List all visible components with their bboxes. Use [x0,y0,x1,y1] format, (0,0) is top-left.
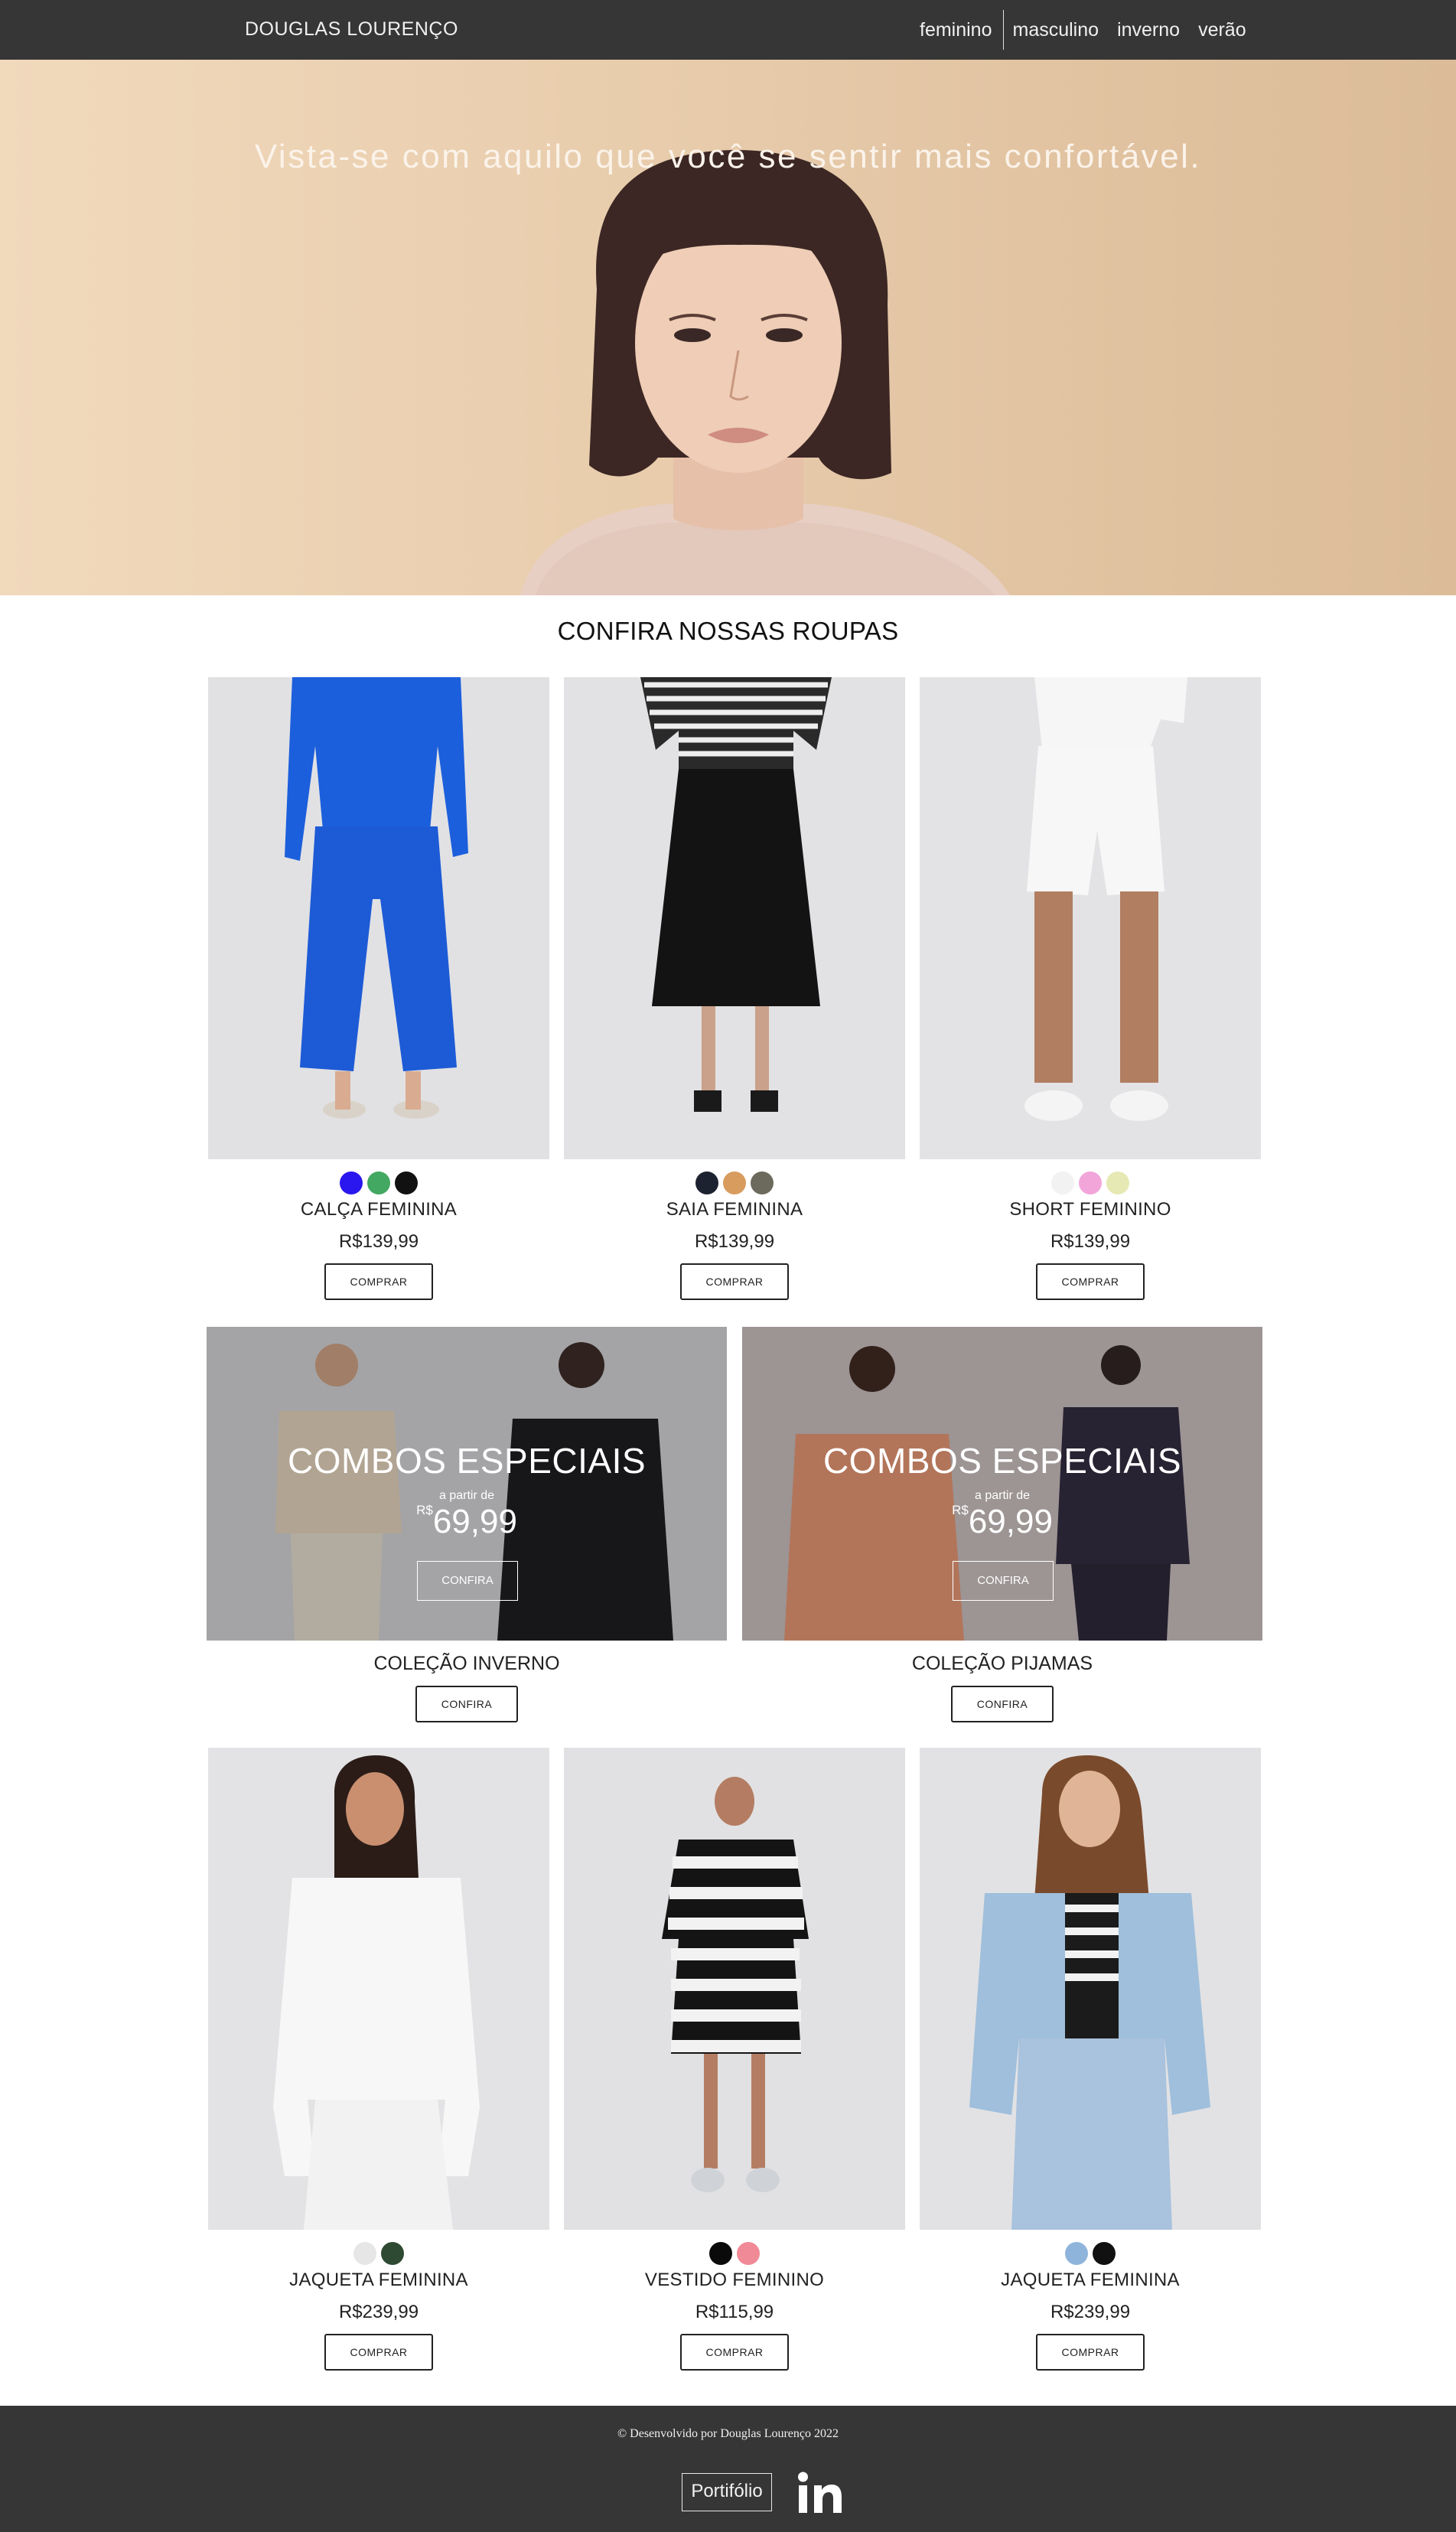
section-title: CONFIRA NOSSAS ROUPAS [557,617,899,645]
banner-overlay-button[interactable]: CONFIRA [417,1561,518,1601]
brand-logo[interactable]: DOUGLAS LOURENÇO [245,18,458,41]
buy-button[interactable]: COMPRAR [680,1263,789,1300]
banner-image[interactable]: COMBOS ESPECIAIS a partir de R$69,99 CON… [207,1327,727,1641]
color-swatch[interactable] [751,1171,774,1194]
color-swatch[interactable] [1065,2242,1088,2265]
color-swatches [920,2242,1261,2265]
buy-button[interactable]: COMPRAR [324,1263,433,1300]
color-swatch[interactable] [1093,2242,1116,2265]
collection-name: COLEÇÃO PIJAMAS [911,1653,1093,1674]
top-nav: DOUGLAS LOURENÇO feminino masculino inve… [0,0,1456,60]
color-swatch[interactable] [695,1171,718,1194]
banner-price-value: 69,99 [432,1503,517,1540]
color-swatch[interactable] [1051,1171,1074,1194]
banner-price-value: 69,99 [968,1503,1053,1540]
buy-button[interactable]: COMPRAR [1036,1263,1145,1300]
product-name: CALÇA FEMININA [300,1199,458,1220]
color-swatch[interactable] [367,1171,390,1194]
product-name: SAIA FEMININA [666,1199,803,1220]
color-swatch[interactable] [381,2242,404,2265]
confira-button[interactable]: CONFIRA [951,1686,1054,1722]
color-swatch[interactable] [1079,1171,1102,1194]
buy-button[interactable]: COMPRAR [1036,2334,1145,2371]
product-card: SHORT FEMININO R$139,99 COMPRAR [920,677,1261,1300]
product-price: R$239,99 [338,2302,419,2322]
color-swatches [208,1171,549,1194]
banner-image[interactable]: COMBOS ESPECIAIS a partir de R$69,99 CON… [742,1327,1262,1641]
nav-links: feminino masculino inverno verão [910,0,1256,60]
color-swatches [564,1171,905,1194]
product-card: JAQUETA FEMININA R$239,99 COMPRAR [208,1748,549,2371]
banner-currency: R$ [416,1503,433,1517]
banner-currency: R$ [952,1503,969,1517]
buy-button[interactable]: COMPRAR [680,2334,789,2371]
banner-title: COMBOS ESPECIAIS [287,1441,647,1481]
banner-price: R$69,99 [207,1503,727,1541]
color-swatches [920,1171,1261,1194]
product-image[interactable] [208,1748,549,2230]
product-name: VESTIDO FEMININO [644,2270,825,2290]
product-price: R$115,99 [695,2302,774,2322]
product-image[interactable] [920,677,1261,1159]
color-swatch[interactable] [737,2242,760,2265]
product-name: JAQUETA FEMININA [289,2270,468,2290]
product-name: SHORT FEMININO [1009,1199,1171,1220]
banner-title: COMBOS ESPECIAIS [822,1441,1182,1481]
confira-button[interactable]: CONFIRA [415,1686,518,1722]
color-swatch[interactable] [709,2242,732,2265]
nav-link-inverno[interactable]: inverno [1108,10,1189,50]
color-swatch[interactable] [1106,1171,1129,1194]
nav-link-masculino[interactable]: masculino [1004,10,1109,50]
footer: © Desenvolvido por Douglas Lourenço 2022… [0,2406,1456,2532]
color-swatch[interactable] [395,1171,418,1194]
product-card: VESTIDO FEMININO R$115,99 COMPRAR [564,1748,905,2371]
buy-button[interactable]: COMPRAR [324,2334,433,2371]
banner-price: R$69,99 [742,1503,1262,1541]
banner-from-label: a partir de [438,1489,495,1502]
footer-credit: © Desenvolvido por Douglas Lourenço 2022 [617,2427,839,2440]
product-image[interactable] [564,677,905,1159]
color-swatch[interactable] [353,2242,376,2265]
product-price: R$139,99 [338,1231,419,1252]
nav-link-feminino[interactable]: feminino [910,10,1004,50]
nav-link-verao[interactable]: verão [1189,10,1256,50]
color-swatches [564,2242,905,2265]
banner-overlay-button[interactable]: CONFIRA [953,1561,1054,1601]
portfolio-button[interactable]: Portifólio [682,2473,772,2511]
product-price: R$139,99 [1050,1231,1131,1252]
product-card: JAQUETA FEMININA R$239,99 COMPRAR [920,1748,1261,2371]
combo-banner-winter: COMBOS ESPECIAIS a partir de R$69,99 CON… [207,1327,727,1722]
hero-banner: Vista-se com aquilo que você se sentir m… [0,60,1456,595]
hero-headline: Vista-se com aquilo que você se sentir m… [254,138,1202,175]
product-card: SAIA FEMININA R$139,99 COMPRAR [564,677,905,1300]
combo-banner-pijamas: COMBOS ESPECIAIS a partir de R$69,99 CON… [742,1327,1262,1722]
color-swatch[interactable] [340,1171,363,1194]
product-card: CALÇA FEMININA R$139,99 COMPRAR [208,677,549,1300]
collection-name: COLEÇÃO INVERNO [373,1653,560,1674]
banner-from-label: a partir de [974,1489,1031,1502]
product-image[interactable] [920,1748,1261,2230]
product-image[interactable] [208,677,549,1159]
color-swatches [208,2242,549,2265]
product-image[interactable] [564,1748,905,2230]
product-name: JAQUETA FEMININA [1001,2270,1180,2290]
linkedin-icon[interactable] [797,2472,843,2514]
product-price: R$139,99 [694,1231,775,1252]
color-swatch[interactable] [723,1171,746,1194]
product-price: R$239,99 [1050,2302,1131,2322]
